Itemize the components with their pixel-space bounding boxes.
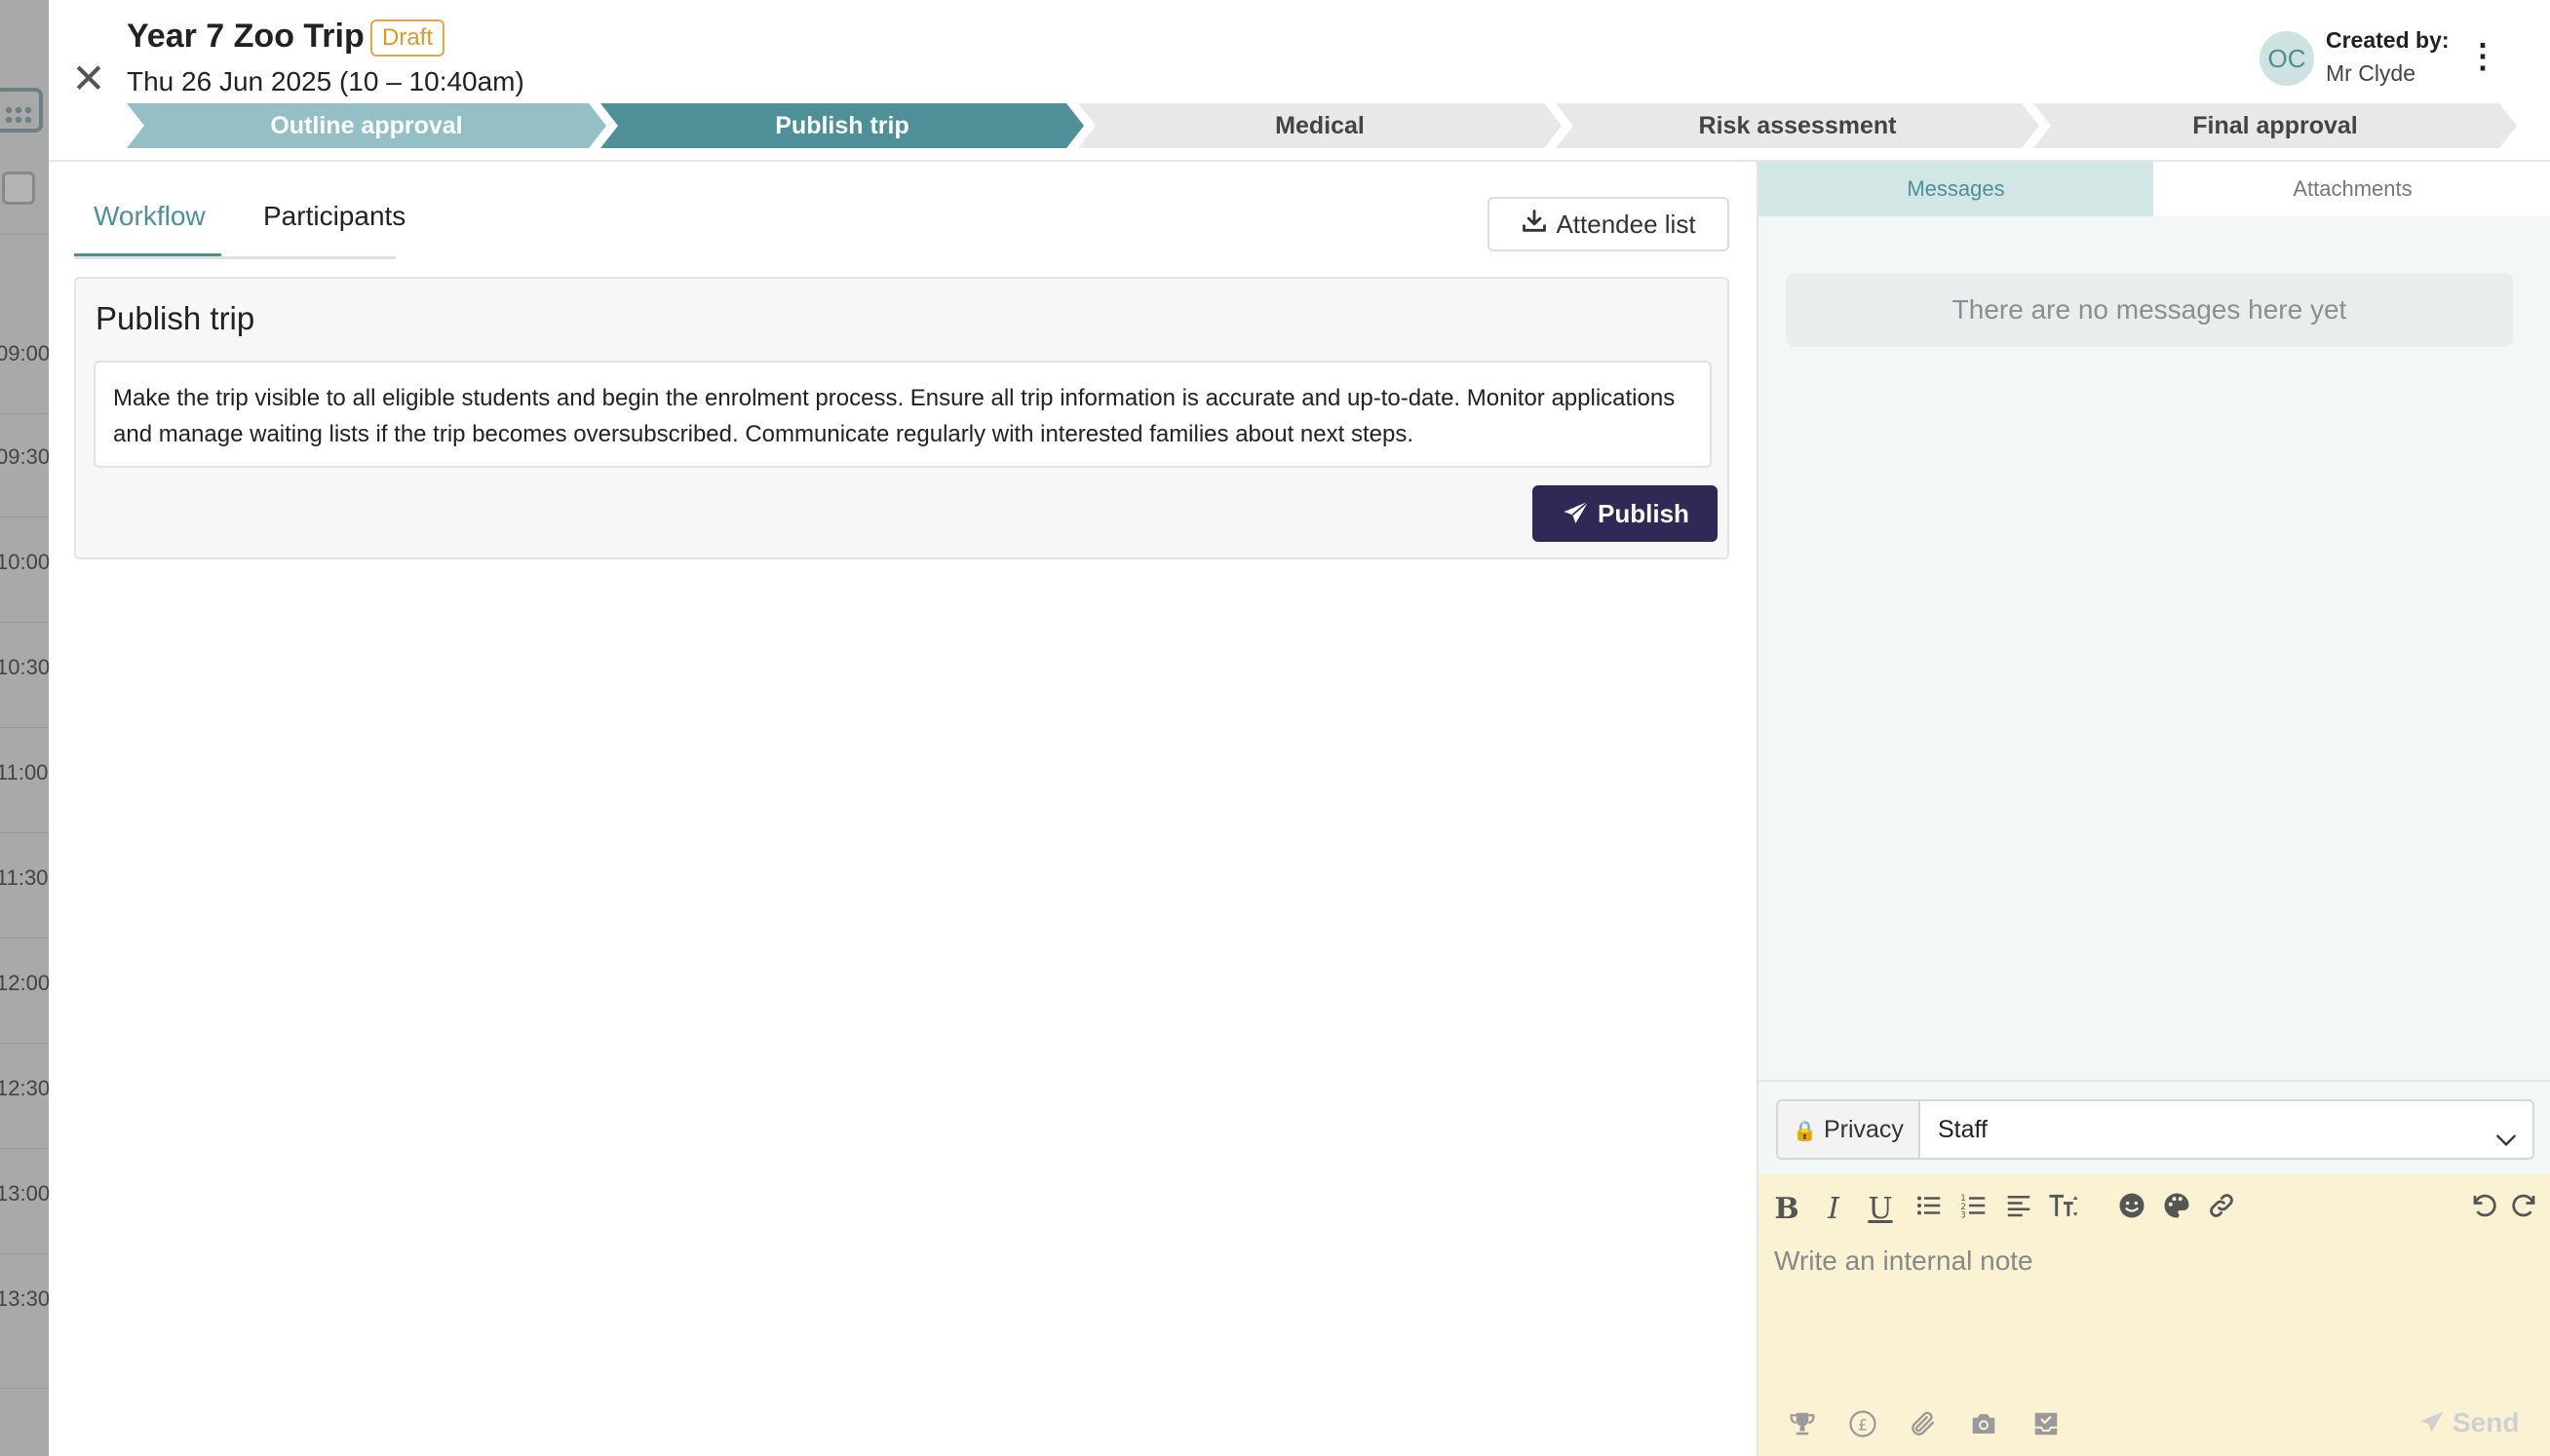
- publish-label: Publish: [1598, 499, 1689, 528]
- privacy-row: 🔒 Privacy Staff: [1758, 1080, 2550, 1173]
- calendar-time: 13:00: [0, 1181, 49, 1206]
- step-risk-assessment[interactable]: Risk assessment: [1556, 103, 2039, 148]
- emoji-icon[interactable]: [2113, 1191, 2150, 1228]
- numbered-list-icon[interactable]: 123: [1955, 1191, 1992, 1228]
- calendar-time: 12:00: [0, 971, 49, 995]
- calendar-time: 09:00: [0, 341, 49, 365]
- attendee-list-button[interactable]: Attendee list: [1488, 197, 1729, 251]
- step-final-approval[interactable]: Final approval: [2033, 103, 2517, 148]
- calendar-time: 11:00: [0, 760, 49, 785]
- privacy-select[interactable]: Staff: [1918, 1099, 2534, 1160]
- panel-description: Make the trip visible to all eligible st…: [94, 361, 1712, 468]
- note-input[interactable]: Write an internal note: [1774, 1245, 2033, 1277]
- calendar-divider: [0, 1043, 49, 1044]
- messages-panel: Messages Attachments There are no messag…: [1757, 162, 2550, 1456]
- underline-icon[interactable]: U: [1862, 1191, 1899, 1228]
- download-icon: [1521, 201, 1548, 251]
- text-size-icon[interactable]: [2045, 1191, 2082, 1228]
- created-by-name: Mr Clyde: [2326, 60, 2416, 86]
- calendar-checkbox: [2, 172, 35, 205]
- calendar-time: 10:00: [0, 550, 49, 574]
- trip-date: Thu 26 Jun 2025 (10 – 10:40am): [127, 66, 524, 96]
- step-outline-approval[interactable]: Outline approval: [127, 103, 606, 148]
- calendar-time: 11:30: [0, 865, 49, 890]
- trip-modal: ✕ Year 7 Zoo Trip Draft Thu 26 Jun 2025 …: [49, 0, 2550, 1456]
- active-tab-indicator: [74, 253, 221, 256]
- trip-title: Year 7 Zoo Trip: [127, 18, 365, 55]
- calendar-divider: [0, 234, 49, 235]
- calendar-time: 12:30: [0, 1076, 49, 1100]
- content-tabs: Workflow Participants: [74, 191, 406, 259]
- calendar-icon: [0, 88, 43, 133]
- pound-icon[interactable]: £: [1844, 1409, 1881, 1442]
- privacy-label: 🔒 Privacy: [1776, 1099, 1918, 1160]
- publish-trip-panel: Publish trip Make the trip visible to al…: [74, 277, 1729, 559]
- modal-header: ✕ Year 7 Zoo Trip Draft Thu 26 Jun 2025 …: [49, 0, 2550, 162]
- avatar: OC: [2260, 31, 2314, 86]
- privacy-select-value: Staff: [1938, 1116, 1988, 1143]
- italic-icon[interactable]: I: [1815, 1191, 1852, 1228]
- calendar-divider: [0, 938, 49, 939]
- bold-icon[interactable]: B: [1768, 1191, 1805, 1228]
- calendar-divider: [0, 727, 49, 728]
- calendar-time: 10:30: [0, 655, 49, 679]
- align-icon[interactable]: [2000, 1191, 2037, 1228]
- paper-plane-icon: [1564, 500, 1590, 524]
- trophy-icon[interactable]: [1784, 1409, 1821, 1442]
- svg-text:3: 3: [1960, 1211, 1966, 1221]
- background-calendar: 09:00 09:30 10:00 10:30 11:00 11:30 12:0…: [0, 0, 49, 1456]
- attendee-list-label: Attendee list: [1556, 210, 1696, 239]
- calendar-divider: [0, 1253, 49, 1254]
- bullet-list-icon[interactable]: [1911, 1191, 1948, 1228]
- send-button[interactable]: Send: [2417, 1407, 2519, 1438]
- camera-icon[interactable]: [1965, 1409, 2002, 1442]
- workflow-stepper: Outline approval Publish trip Medical Ri…: [127, 103, 2550, 148]
- step-publish-trip[interactable]: Publish trip: [600, 103, 1084, 148]
- undo-icon[interactable]: [2466, 1191, 2503, 1228]
- step-medical[interactable]: Medical: [1078, 103, 1562, 148]
- empty-messages: There are no messages here yet: [1786, 273, 2513, 347]
- calendar-time: 13:30: [0, 1286, 49, 1311]
- paper-plane-icon: [2420, 1410, 2444, 1432]
- send-label: Send: [2453, 1407, 2520, 1437]
- calendar-divider: [0, 622, 49, 623]
- calendar-divider: [0, 1148, 49, 1149]
- calendar-divider: [0, 1388, 49, 1389]
- redo-icon[interactable]: [2505, 1191, 2542, 1228]
- status-badge: Draft: [370, 19, 445, 57]
- privacy-label-text: Privacy: [1823, 1116, 1904, 1143]
- chevron-down-icon: [2493, 1117, 2519, 1173]
- created-by-label: Created by:: [2326, 27, 2450, 53]
- note-editor: B I U 123 Write an internal note £ Send: [1758, 1173, 2550, 1456]
- more-vertical-icon[interactable]: ⋮: [2466, 37, 2499, 76]
- svg-text:£: £: [1858, 1415, 1868, 1434]
- link-icon[interactable]: [2203, 1191, 2240, 1228]
- calendar-time: 09:30: [0, 444, 49, 469]
- paperclip-icon[interactable]: [1905, 1409, 1942, 1442]
- calendar-divider: [0, 832, 49, 833]
- lock-icon: 🔒: [1793, 1121, 1817, 1142]
- tab-participants[interactable]: Participants: [263, 201, 406, 232]
- publish-button[interactable]: Publish: [1532, 485, 1718, 542]
- tab-attachments[interactable]: Attachments: [2153, 162, 2550, 216]
- close-icon[interactable]: ✕: [68, 58, 109, 99]
- calendar-divider: [0, 413, 49, 414]
- tab-workflow[interactable]: Workflow: [94, 201, 206, 232]
- inbox-check-icon[interactable]: [2028, 1409, 2065, 1442]
- panel-title: Publish trip: [96, 300, 255, 336]
- tab-messages[interactable]: Messages: [1758, 162, 2153, 216]
- color-palette-icon[interactable]: [2158, 1191, 2195, 1228]
